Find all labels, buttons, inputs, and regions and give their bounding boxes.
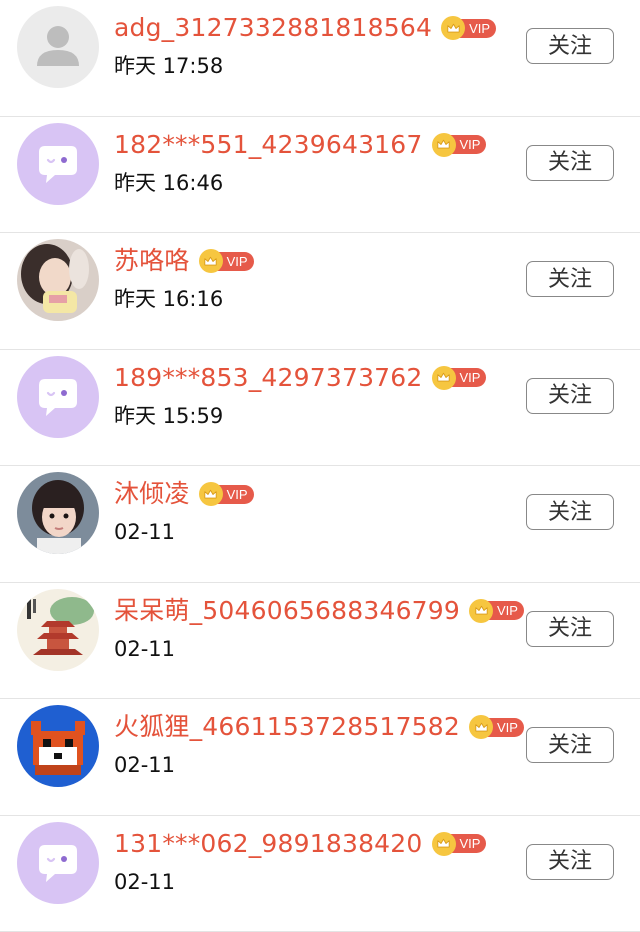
- crown-icon: [199, 482, 223, 506]
- timestamp: 02-11: [114, 519, 175, 545]
- crown-icon: [432, 832, 456, 856]
- avatar[interactable]: [17, 239, 99, 321]
- name-line: 131***062_9891838420 VIP: [114, 829, 486, 859]
- name-line: 189***853_4297373762 VIP: [114, 363, 486, 393]
- user-name[interactable]: adg_3127332881818564: [114, 13, 432, 43]
- vip-badge: VIP: [441, 16, 496, 40]
- avatar[interactable]: [17, 589, 99, 671]
- follow-button[interactable]: 关注: [526, 611, 614, 647]
- user-row[interactable]: 182***551_4239643167 VIP 昨天 16:46 关注: [0, 117, 640, 234]
- name-line: 182***551_4239643167 VIP: [114, 130, 486, 160]
- timestamp: 昨天 15:59: [114, 403, 223, 429]
- name-line: 沐倾凌 VIP: [114, 479, 254, 509]
- follow-button[interactable]: 关注: [526, 727, 614, 763]
- crown-icon: [432, 133, 456, 157]
- user-name[interactable]: 呆呆萌_5046065688346799: [114, 596, 460, 626]
- name-line: 苏咯咯 VIP: [114, 246, 254, 276]
- name-line: 火狐狸_4661153728517582 VIP: [114, 712, 524, 742]
- crown-icon: [469, 715, 493, 739]
- avatar[interactable]: [17, 123, 99, 205]
- timestamp: 昨天 16:16: [114, 286, 223, 312]
- user-row[interactable]: adg_3127332881818564 VIP 昨天 17:58 关注: [0, 0, 640, 117]
- user-name[interactable]: 火狐狸_4661153728517582: [114, 712, 460, 742]
- user-row[interactable]: 火狐狸_4661153728517582 VIP 02-11 关注: [0, 699, 640, 816]
- user-row[interactable]: 189***853_4297373762 VIP 昨天 15:59 关注: [0, 350, 640, 467]
- crown-icon: [199, 249, 223, 273]
- timestamp: 02-11: [114, 636, 175, 662]
- user-row[interactable]: 沐倾凌 VIP 02-11 关注: [0, 466, 640, 583]
- follow-button[interactable]: 关注: [526, 844, 614, 880]
- follow-button[interactable]: 关注: [526, 378, 614, 414]
- user-name[interactable]: 182***551_4239643167: [114, 130, 423, 160]
- vip-badge: VIP: [469, 715, 524, 739]
- vip-badge: VIP: [199, 249, 254, 273]
- timestamp: 02-11: [114, 869, 175, 895]
- user-list: adg_3127332881818564VIP昨天 17:58关注182***5…: [0, 0, 640, 916]
- user-row[interactable]: 苏咯咯 VIP 昨天 16:16 关注: [0, 233, 640, 350]
- timestamp: 02-11: [114, 752, 175, 778]
- user-name[interactable]: 189***853_4297373762: [114, 363, 423, 393]
- user-name[interactable]: 苏咯咯: [114, 246, 190, 276]
- vip-badge: VIP: [199, 482, 254, 506]
- user-row[interactable]: 131***062_9891838420 VIP 02-11 关注: [0, 816, 640, 932]
- crown-icon: [441, 16, 465, 40]
- vip-badge: VIP: [432, 366, 487, 390]
- crown-icon: [432, 366, 456, 390]
- follow-button[interactable]: 关注: [526, 261, 614, 297]
- user-row[interactable]: 呆呆萌_5046065688346799 VIP 02-11 关注: [0, 583, 640, 700]
- timestamp: 昨天 16:46: [114, 170, 223, 196]
- vip-badge: VIP: [432, 133, 487, 157]
- user-name[interactable]: 沐倾凌: [114, 479, 190, 509]
- name-line: 呆呆萌_5046065688346799 VIP: [114, 596, 524, 626]
- vip-badge: VIP: [432, 832, 487, 856]
- vip-badge: VIP: [469, 599, 524, 623]
- avatar[interactable]: [17, 356, 99, 438]
- follow-button[interactable]: 关注: [526, 145, 614, 181]
- name-line: adg_3127332881818564 VIP: [114, 13, 496, 43]
- avatar[interactable]: [17, 705, 99, 787]
- timestamp: 昨天 17:58: [114, 53, 223, 79]
- avatar[interactable]: [17, 472, 99, 554]
- avatar[interactable]: [17, 6, 99, 88]
- avatar[interactable]: [17, 822, 99, 904]
- follow-button[interactable]: 关注: [526, 494, 614, 530]
- follow-button[interactable]: 关注: [526, 28, 614, 64]
- user-name[interactable]: 131***062_9891838420: [114, 829, 423, 859]
- crown-icon: [469, 599, 493, 623]
